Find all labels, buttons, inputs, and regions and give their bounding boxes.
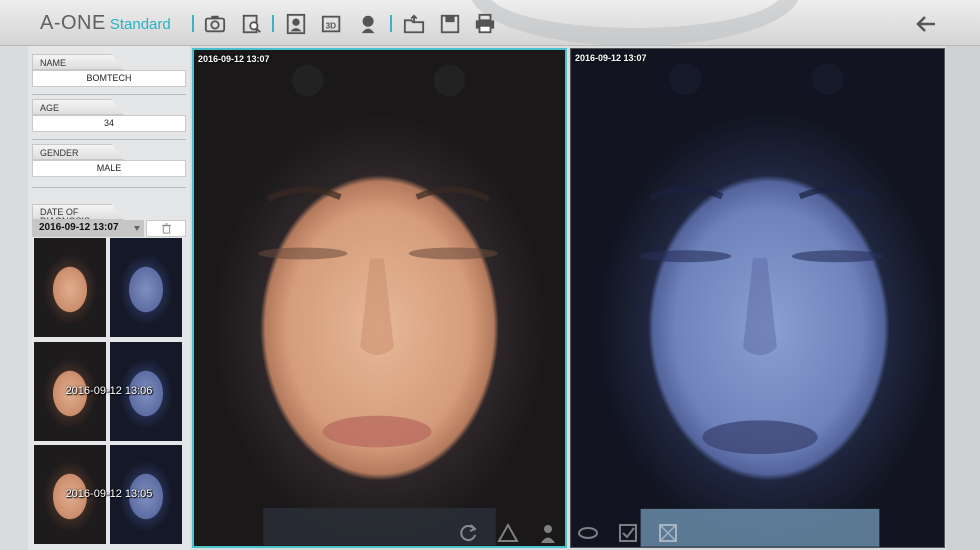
back-button[interactable] [914, 12, 938, 36]
age-value[interactable]: 34 [32, 115, 186, 132]
brand-name: A-ONE [40, 12, 106, 34]
session-thumb-normal[interactable] [34, 445, 106, 544]
check-tool-button[interactable] [617, 522, 639, 544]
name-value[interactable]: BOMTECH [32, 70, 186, 87]
toolbar-separator [272, 15, 274, 32]
lips-icon [578, 527, 598, 539]
toolbar-separator [192, 15, 194, 32]
divider [32, 139, 186, 140]
name-label: NAME [32, 54, 124, 70]
toolbar-separator [390, 15, 392, 32]
image-tools-bar [448, 518, 688, 548]
main-photo-normal[interactable]: 2016-09-12 13:07 [192, 48, 567, 548]
delete-session-button[interactable] [146, 220, 186, 237]
export-folder-icon [403, 14, 425, 34]
divider [32, 94, 186, 95]
face-features-uv [639, 63, 884, 547]
save-button[interactable] [438, 12, 462, 36]
session-thumb-uv[interactable] [110, 342, 182, 441]
name-field: NAME BOMTECH [32, 54, 186, 87]
lips-tool-button[interactable] [577, 522, 599, 544]
camera-icon [204, 15, 226, 33]
photo-timestamp-uv: 2016-09-12 13:07 [575, 53, 647, 63]
check-icon [619, 524, 637, 542]
camera-button[interactable] [203, 12, 227, 36]
diagnosis-date-value: 2016-09-12 13:07 [39, 222, 119, 233]
face-features-normal [258, 64, 498, 546]
divider [32, 187, 186, 188]
trash-icon [161, 223, 171, 234]
session-thumb-normal[interactable] [34, 342, 106, 441]
gender-field: GENDER MALE [32, 144, 186, 177]
diagnosis-date-row: 2016-09-12 13:07 [32, 220, 186, 237]
3d-icon: 3D [321, 15, 341, 33]
decorative-device-ring [470, 0, 800, 46]
gender-label: GENDER [32, 144, 124, 160]
rotate-tool-button[interactable] [457, 522, 479, 544]
top-toolbar: A-ONE Standard 3D [0, 0, 980, 46]
person-tool-button[interactable] [537, 522, 559, 544]
triangle-icon [497, 522, 519, 542]
magnify-report-icon [242, 14, 261, 34]
session-thumb-uv[interactable] [110, 445, 182, 544]
analysis-report-button[interactable] [240, 12, 264, 36]
session-thumb-normal[interactable] [34, 238, 106, 337]
person-icon [541, 525, 555, 543]
back-arrow-icon [916, 16, 935, 32]
rotate-icon [460, 524, 477, 542]
print-icon [475, 13, 495, 34]
session-thumb-uv[interactable] [110, 238, 182, 337]
age-label: AGE [32, 99, 124, 115]
crop-tool-button[interactable] [657, 522, 679, 544]
export-button[interactable] [402, 12, 426, 36]
skin-analysis-button[interactable] [357, 12, 381, 36]
3d-view-button[interactable]: 3D [320, 12, 344, 36]
age-field: AGE 34 [32, 99, 186, 132]
save-icon [440, 14, 460, 34]
gender-value[interactable]: MALE [32, 160, 186, 177]
triangle-tool-button[interactable] [497, 522, 519, 544]
right-strip [946, 46, 980, 550]
portrait-icon [286, 13, 306, 35]
diagnosis-date-label: DATE OF DIAGNOSIS [32, 204, 124, 220]
photo-timestamp-normal: 2016-09-12 13:07 [198, 54, 270, 64]
diagnosis-date-select[interactable]: 2016-09-12 13:07 [32, 220, 144, 237]
print-button[interactable] [473, 12, 497, 36]
svg-text:3D: 3D [326, 22, 337, 31]
portrait-button[interactable] [284, 12, 308, 36]
skin-analysis-icon [361, 15, 375, 34]
edition-name: Standard [109, 16, 171, 33]
chevron-down-icon [134, 226, 140, 231]
crop-icon [659, 524, 677, 542]
app-logo: A-ONE Standard [40, 12, 171, 35]
main-photo-uv[interactable]: 2016-09-12 13:07 [570, 48, 945, 548]
